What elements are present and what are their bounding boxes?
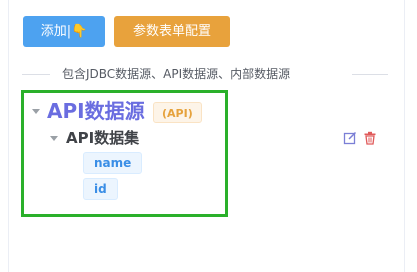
field-tag-name[interactable]: name xyxy=(83,152,143,174)
scrollbar-track[interactable] xyxy=(405,0,417,272)
add-button-label: 添加 xyxy=(40,24,67,39)
divider-line-right xyxy=(352,74,388,75)
param-form-config-button[interactable]: 参数表单配置 xyxy=(114,16,230,47)
trash-icon[interactable] xyxy=(363,130,377,145)
divider-text: 包含JDBC数据源、API数据源、内部数据源 xyxy=(62,67,291,81)
param-form-config-label: 参数表单配置 xyxy=(132,24,211,39)
section-divider: 包含JDBC数据源、API数据源、内部数据源 xyxy=(22,64,388,84)
field-tag-id[interactable]: id xyxy=(83,178,118,200)
app-frame: 添加|👇 参数表单配置 包含JDBC数据源、API数据源、内部数据源 API数据… xyxy=(0,0,417,272)
pointing-hand-icon: 👇 xyxy=(71,24,88,39)
expand-arrow-icon[interactable] xyxy=(50,136,58,141)
divider-line-left xyxy=(22,74,50,75)
edit-icon[interactable] xyxy=(343,130,357,145)
api-type-badge: (API) xyxy=(153,102,202,123)
tree-root-datasource[interactable]: API数据源 xyxy=(47,97,145,125)
tree-node-dataset[interactable]: API数据集 xyxy=(66,127,139,149)
add-button[interactable]: 添加|👇 xyxy=(23,16,105,47)
expand-arrow-icon[interactable] xyxy=(32,109,40,114)
